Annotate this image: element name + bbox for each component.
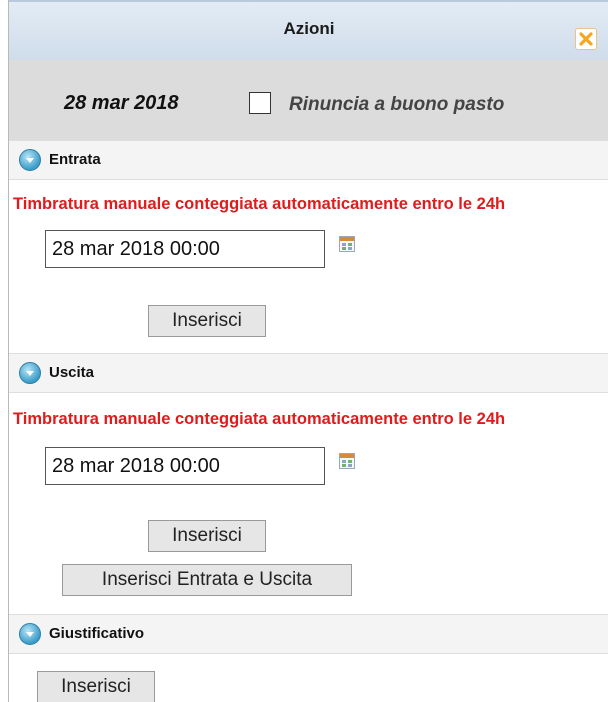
close-icon	[579, 32, 593, 46]
date-row: 28 mar 2018 Rinuncia a buono pasto	[9, 60, 608, 140]
section-label-giustificativo: Giustificativo	[49, 625, 145, 642]
expand-icon	[19, 362, 41, 384]
uscita-datetime-input[interactable]	[45, 447, 325, 485]
actions-dialog: Azioni 28 mar 2018 Rinuncia a buono past…	[8, 0, 608, 702]
expand-icon	[19, 623, 41, 645]
meal-voucher-label: Rinuncia a buono pasto	[289, 94, 505, 115]
uscita-warning: Timbratura manuale conteggiata automatic…	[13, 410, 506, 428]
meal-voucher-checkbox[interactable]	[249, 92, 271, 114]
insert-entry-and-exit-button[interactable]: Inserisci Entrata e Uscita	[62, 564, 352, 596]
giustificativo-insert-button[interactable]: Inserisci	[37, 671, 155, 702]
current-date: 28 mar 2018	[64, 92, 179, 114]
dialog-title: Azioni	[283, 19, 335, 38]
section-header-entrata[interactable]: Entrata	[9, 140, 608, 180]
section-header-giustificativo[interactable]: Giustificativo	[9, 614, 608, 654]
entrata-insert-button[interactable]: Inserisci	[148, 305, 266, 337]
section-label-entrata: Entrata	[49, 151, 101, 168]
entrata-datetime-input[interactable]	[45, 230, 325, 268]
calendar-icon[interactable]	[339, 453, 355, 469]
section-label-uscita: Uscita	[49, 364, 95, 381]
entrata-warning: Timbratura manuale conteggiata automatic…	[13, 195, 506, 213]
close-button[interactable]	[575, 28, 597, 50]
uscita-insert-button[interactable]: Inserisci	[148, 520, 266, 552]
expand-icon	[19, 149, 41, 171]
section-header-uscita[interactable]: Uscita	[9, 353, 608, 393]
dialog-titlebar: Azioni	[9, 0, 608, 60]
calendar-icon[interactable]	[339, 236, 355, 252]
